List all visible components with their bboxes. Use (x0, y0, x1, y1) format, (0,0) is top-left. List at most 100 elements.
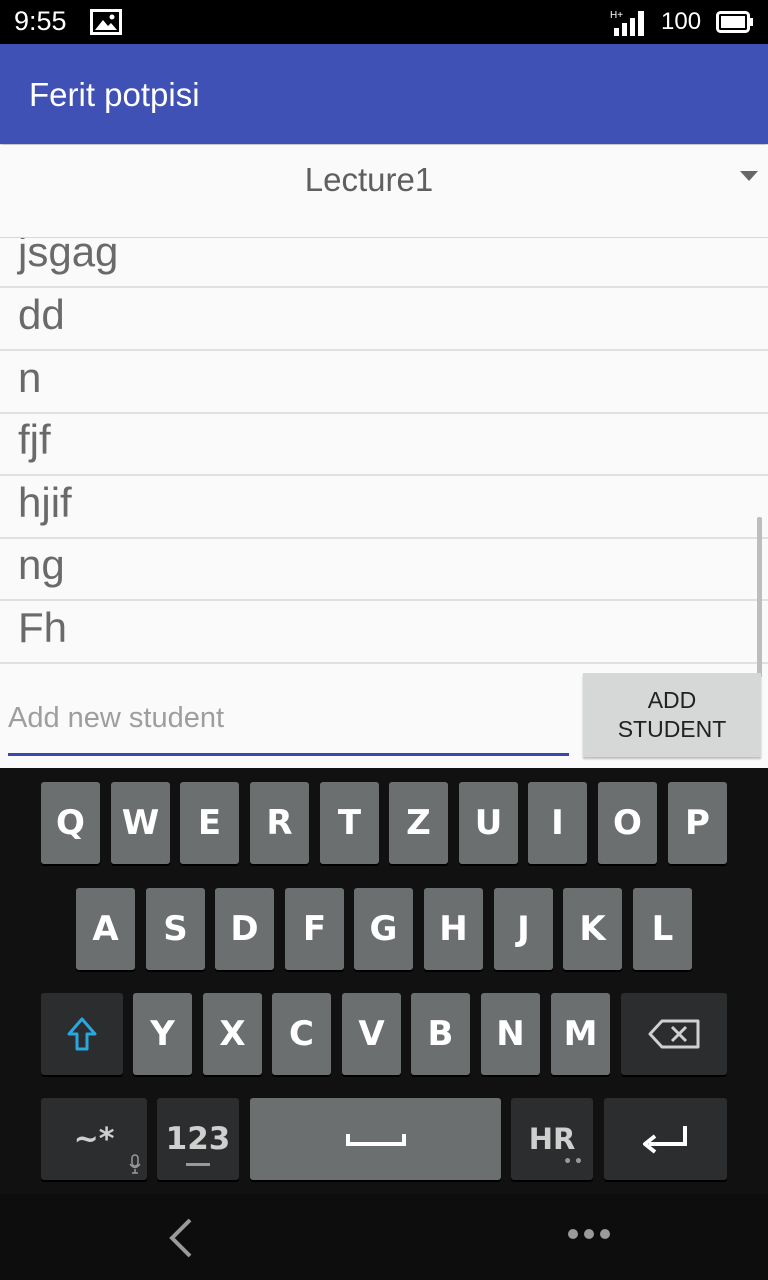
list-item[interactable]: Fh (0, 602, 768, 664)
language-key-label: HR (528, 1122, 576, 1156)
key-label: W (121, 803, 160, 843)
student-name: ng (18, 541, 65, 588)
symbols-key-label: ~* (73, 1121, 115, 1157)
numbers-key[interactable]: 123 (157, 1098, 239, 1180)
numbers-key-label: 123 (165, 1121, 231, 1157)
signal-icon: H+ (610, 10, 644, 36)
key-label: M (563, 1014, 598, 1054)
key-label: E (197, 803, 222, 843)
app-bar: Ferit potpisi (0, 44, 768, 144)
back-icon[interactable] (164, 1216, 196, 1260)
key-f[interactable]: F (285, 888, 344, 970)
status-time: 9:55 (14, 6, 67, 36)
student-name: hjif (18, 479, 72, 526)
key-r[interactable]: R (250, 782, 309, 864)
key-label: Y (150, 1014, 175, 1054)
space-key[interactable] (250, 1098, 501, 1180)
key-label: X (219, 1014, 246, 1054)
key-l[interactable]: L (633, 888, 692, 970)
key-d[interactable]: D (215, 888, 274, 970)
key-label: D (230, 909, 259, 949)
soft-keyboard: Q W E R T Z U I O P A S D F G H J K L Y … (0, 768, 768, 1194)
key-label: J (517, 909, 530, 949)
key-label: O (613, 803, 642, 843)
key-x[interactable]: X (203, 993, 262, 1075)
key-s[interactable]: S (146, 888, 205, 970)
student-name: Fh (18, 604, 68, 651)
gallery-icon (90, 9, 122, 35)
key-u[interactable]: U (459, 782, 518, 864)
key-k[interactable]: K (563, 888, 622, 970)
key-label: N (496, 1014, 525, 1054)
add-student-button[interactable]: ADD STUDENT (583, 673, 761, 757)
screen: 9:55 H+ 100 Ferit potpisi Lecture1 jsgag (0, 0, 768, 1280)
key-g[interactable]: G (354, 888, 413, 970)
key-label: P (685, 803, 710, 843)
key-w[interactable]: W (111, 782, 170, 864)
key-label: F (302, 909, 327, 949)
key-e[interactable]: E (180, 782, 239, 864)
list-item[interactable]: fjf (0, 414, 768, 476)
student-name: jsgag (18, 238, 119, 275)
navigation-bar (0, 1194, 768, 1280)
lecture-spinner[interactable]: Lecture1 (0, 145, 768, 238)
key-n[interactable]: N (481, 993, 540, 1075)
add-button-label-line2: STUDENT (617, 716, 727, 742)
key-label: V (358, 1014, 385, 1054)
student-list[interactable]: jsgag dd n fjf hjif ng Fh (0, 238, 768, 664)
app-title: Ferit potpisi (29, 76, 200, 113)
key-label: R (266, 803, 293, 843)
key-label: G (369, 909, 398, 949)
list-item[interactable]: dd (0, 289, 768, 351)
network-type-label: H+ (610, 10, 623, 21)
student-name: dd (18, 291, 65, 338)
spinner-selected-value: Lecture1 (304, 161, 434, 198)
new-student-field[interactable] (8, 690, 569, 756)
student-name: fjf (18, 416, 51, 463)
key-c[interactable]: C (272, 993, 331, 1075)
key-o[interactable]: O (598, 782, 657, 864)
key-label: Q (56, 803, 85, 843)
numbers-key-underline (186, 1163, 210, 1166)
key-a[interactable]: A (76, 888, 135, 970)
enter-key[interactable] (604, 1098, 727, 1180)
list-item[interactable]: hjif (0, 477, 768, 539)
key-j[interactable]: J (494, 888, 553, 970)
enter-icon (642, 1126, 687, 1154)
key-label: K (579, 909, 606, 949)
key-label: A (92, 909, 119, 949)
key-label: L (651, 909, 674, 949)
key-t[interactable]: T (320, 782, 379, 864)
key-i[interactable]: I (528, 782, 587, 864)
language-dots-icon: •• (563, 1154, 585, 1170)
key-b[interactable]: B (411, 993, 470, 1075)
key-v[interactable]: V (342, 993, 401, 1075)
list-scrollbar[interactable] (757, 517, 762, 677)
list-item[interactable]: n (0, 352, 768, 414)
mic-icon (129, 1154, 141, 1174)
key-label: Z (406, 803, 431, 843)
more-icon[interactable] (567, 1228, 611, 1240)
add-button-label-line1: ADD (647, 687, 697, 713)
key-label: T (337, 803, 362, 843)
key-y[interactable]: Y (133, 993, 192, 1075)
key-p[interactable]: P (668, 782, 727, 864)
key-m[interactable]: M (551, 993, 610, 1075)
dropdown-arrow-icon[interactable] (740, 171, 758, 181)
key-h[interactable]: H (424, 888, 483, 970)
list-item[interactable]: jsgag (0, 238, 768, 288)
battery-level: 100 (661, 8, 702, 35)
backspace-icon (648, 1019, 700, 1049)
language-key[interactable]: HR •• (511, 1098, 593, 1180)
key-q[interactable]: Q (41, 782, 100, 864)
backspace-key[interactable] (621, 993, 727, 1075)
key-label: I (551, 803, 564, 843)
student-name: n (18, 354, 42, 401)
list-item[interactable]: ng (0, 539, 768, 601)
key-z[interactable]: Z (389, 782, 448, 864)
shift-key[interactable] (41, 993, 123, 1075)
symbols-key[interactable]: ~* (41, 1098, 147, 1180)
key-label: H (439, 909, 468, 949)
key-label: U (474, 803, 503, 843)
new-student-input[interactable] (8, 690, 569, 746)
